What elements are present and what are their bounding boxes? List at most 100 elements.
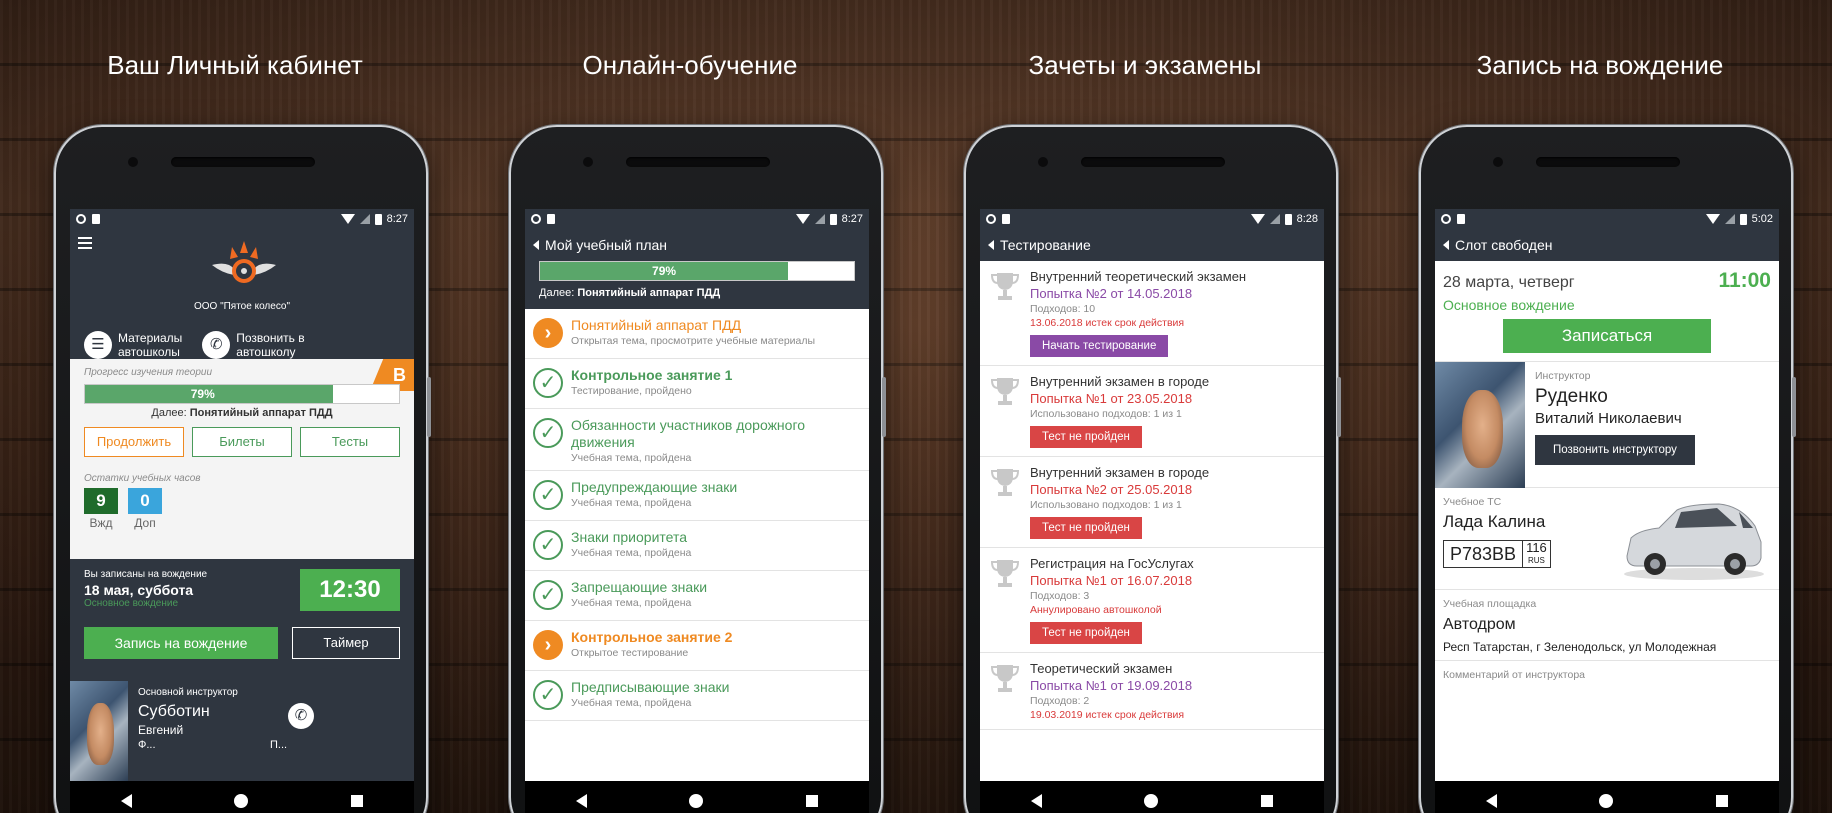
arrow-right-icon: › — [533, 318, 563, 348]
back-arrow-icon[interactable] — [1443, 240, 1449, 250]
call-label-2: автошколу — [236, 345, 296, 359]
call-instructor-icon[interactable]: ✆ — [288, 703, 314, 729]
phone-icon: ✆ — [202, 331, 231, 359]
progress-text: 79% — [652, 264, 677, 278]
check-icon: ✓ — [533, 480, 563, 510]
test-attempt: Попытка №2 от 14.05.2018 — [1030, 286, 1193, 301]
instructor-extra: Ф... — [138, 739, 156, 751]
materials-label-2: автошколы — [118, 345, 180, 359]
android-nav-bar — [980, 781, 1324, 813]
trophy-icon — [990, 273, 1020, 300]
status-bar: 8:27 — [70, 209, 414, 229]
front-camera — [1038, 157, 1048, 167]
test-item: Регистрация на ГосУслугах Попытка №1 от 1… — [980, 548, 1324, 653]
continue-button[interactable]: Продолжить — [84, 427, 184, 457]
book-driving-button[interactable]: Запись на вождение — [84, 627, 278, 659]
instructor-surname: Субботин — [138, 703, 210, 720]
lesson-item[interactable]: ✓ Знаки приоритета Учебная тема, пройдена — [525, 521, 869, 571]
tickets-button[interactable]: Билеты — [192, 427, 292, 457]
earpiece-speaker — [1081, 157, 1225, 167]
call-label-1: Позвонить в — [236, 331, 305, 345]
call-school-link[interactable]: ✆ Позвонить в автошколу — [202, 331, 305, 359]
next-topic: Понятийный аппарат ПДД — [189, 407, 333, 419]
test-name: Теоретический экзамен — [1030, 661, 1173, 676]
power-button — [1792, 377, 1796, 437]
panel-personal-cabinet: Ваш Личный кабинет 8:27 ООО "Пятое колес… — [6, 0, 464, 813]
back-icon[interactable] — [1486, 794, 1498, 808]
lesson-item[interactable]: ✓ Контрольное занятие 1 Тестирование, прой… — [525, 359, 869, 409]
sim-icon — [547, 214, 555, 224]
driving-hours-label: Вжд — [89, 516, 113, 530]
phone-frame: 8:27 Мой учебный план 79% Далее: Понятий… — [509, 125, 886, 813]
panel-title: Запись на вождение — [1476, 50, 1724, 80]
phone-frame: 8:27 ООО "Пятое колесо" ☰ Материалы авто… — [54, 125, 431, 813]
recents-icon[interactable] — [350, 795, 363, 807]
home-icon[interactable] — [1144, 794, 1159, 808]
slot-date: 28 марта, четверг — [1443, 274, 1575, 291]
notification-icon — [1441, 214, 1451, 224]
test-action-button[interactable]: Тест не пройден — [1030, 517, 1142, 539]
back-arrow-icon[interactable] — [988, 240, 994, 250]
panel-driving-booking: Запись на вождение 5:02 Слот свободен 28… — [1371, 0, 1829, 813]
home-icon[interactable] — [689, 794, 704, 808]
home-icon[interactable] — [234, 794, 249, 808]
earpiece-speaker — [171, 157, 315, 167]
status-bar: 8:28 — [980, 209, 1324, 229]
test-stat: Использовано подходов: 1 из 1 — [1030, 499, 1182, 511]
driving-hours-value: 9 — [84, 488, 118, 514]
home-icon[interactable] — [1599, 794, 1614, 808]
slot-time: 11:00 — [1718, 269, 1771, 292]
wifi-icon — [795, 214, 810, 224]
lesson-subtitle: Открытая тема, просмотрите учебные матер… — [571, 335, 816, 347]
android-nav-bar — [70, 781, 414, 813]
timer-button[interactable]: Таймер — [292, 627, 400, 659]
book-icon: ☰ — [84, 331, 112, 359]
lesson-item[interactable]: › Контрольное занятие 2 Открытое тестирова… — [525, 621, 869, 671]
menu-icon[interactable] — [78, 237, 92, 252]
lesson-list: › Понятийный аппарат ПДД Открытая тема, пр… — [525, 309, 869, 721]
materials-label-1: Материалы — [118, 331, 183, 345]
status-bar: 5:02 — [1435, 209, 1779, 229]
notification-icon — [76, 214, 86, 224]
promo-canvas: Ваш Личный кабинет 8:27 ООО "Пятое колес… — [0, 0, 1832, 813]
test-action-button[interactable]: Тест не пройден — [1030, 622, 1142, 644]
hours-label: Остатки учебных часов — [84, 473, 201, 484]
front-camera — [583, 157, 593, 167]
car-image — [1624, 503, 1764, 580]
recents-icon[interactable] — [1260, 795, 1273, 807]
status-time: 8:27 — [386, 213, 408, 225]
lesson-item[interactable]: ✓ Предупреждающие знаки Учебная тема, прой… — [525, 471, 869, 521]
back-icon[interactable] — [121, 794, 133, 808]
test-attempt: Попытка №1 от 16.07.2018 — [1030, 573, 1193, 588]
android-nav-bar — [525, 781, 869, 813]
materials-link[interactable]: ☰ Материалы автошколы — [84, 331, 182, 359]
battery-icon — [829, 213, 837, 225]
recents-icon[interactable] — [805, 795, 818, 807]
lesson-subtitle: Учебная тема, пройдена — [571, 497, 692, 509]
call-instructor-button[interactable]: Позвонить инструктору — [1535, 435, 1695, 465]
back-arrow-icon[interactable] — [533, 240, 539, 250]
test-action-button[interactable]: Начать тестирование — [1030, 335, 1169, 357]
panel-tests-exams: Зачеты и экзамены 8:28 Тестирование Внут… — [916, 0, 1374, 813]
back-icon[interactable] — [576, 794, 588, 808]
test-stat: Подходов: 2 — [1030, 695, 1090, 707]
book-slot-button[interactable]: Записаться — [1503, 319, 1711, 353]
power-button — [882, 377, 886, 437]
app-header: Слот свободен — [1435, 229, 1779, 261]
back-icon[interactable] — [1031, 794, 1043, 808]
signal-icon — [1269, 214, 1280, 224]
recents-icon[interactable] — [1715, 795, 1728, 807]
test-action-button[interactable]: Тест не пройден — [1030, 426, 1142, 448]
test-stat: Использовано подходов: 1 из 1 — [1030, 408, 1182, 420]
lesson-item[interactable]: ✓ Предписывающие знаки Учебная тема, пройд… — [525, 671, 869, 721]
tests-button[interactable]: Тесты — [300, 427, 400, 457]
lesson-item[interactable]: ✓ Запрещающие знаки Учебная тема, пройдена — [525, 571, 869, 621]
lesson-item[interactable]: ✓ Обязанности участников дорожного движен… — [525, 409, 869, 471]
wifi-icon — [1250, 214, 1265, 224]
extra-hours-label: Доп — [134, 516, 156, 530]
plate-number: Р783ВВ — [1444, 541, 1524, 567]
phone-screen: 5:02 Слот свободен 28 марта, четверг 11:… — [1435, 209, 1779, 781]
lesson-item[interactable]: › Понятийный аппарат ПДД Открытая тема, пр… — [525, 309, 869, 359]
panel-title: Ваш Личный кабинет — [107, 50, 363, 80]
front-camera — [1493, 157, 1503, 167]
